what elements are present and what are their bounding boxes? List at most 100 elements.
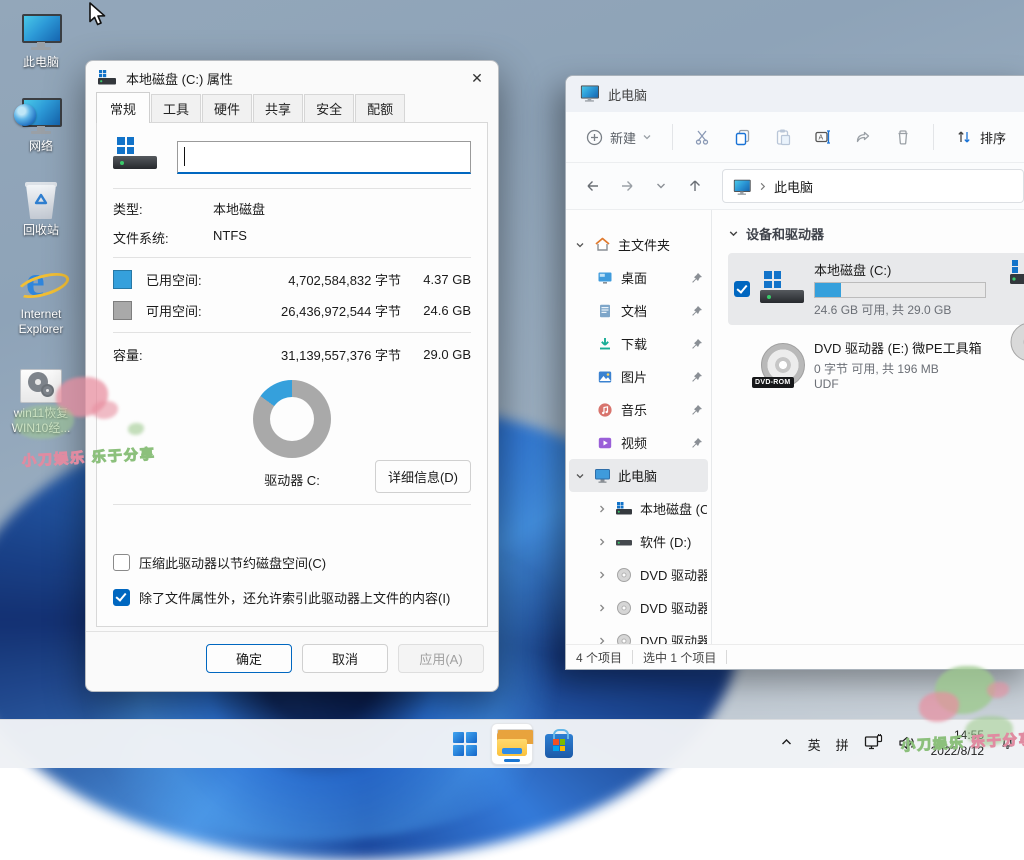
sidebar-item-drive-d[interactable]: 软件 (D:) (566, 525, 711, 558)
selection-checkbox[interactable] (734, 281, 750, 297)
drive-tile-dvd-e[interactable]: DVD-ROM DVD 驱动器 (E:) 微PE工具箱 0 字节 可用, 共 1… (728, 331, 1024, 398)
chevron-right-icon[interactable] (596, 504, 608, 514)
network-icon[interactable] (864, 734, 883, 754)
this-pc-icon (20, 8, 62, 52)
this-pc-icon (733, 180, 741, 193)
desktop-folder-icon (596, 269, 614, 287)
dvd-icon (615, 632, 633, 645)
index-checkbox[interactable] (113, 589, 130, 606)
sidebar-item-videos[interactable]: 视频 (566, 426, 711, 459)
desktop-icon-internet-explorer[interactable]: e Internet Explorer (6, 260, 76, 337)
rename-button[interactable]: A (805, 121, 841, 153)
used-space-size: 4.37 GB (401, 272, 471, 287)
index-checkbox-row[interactable]: 除了文件属性外，还允许索引此驱动器上文件的内容(I) (113, 588, 471, 607)
ime-mode-indicator[interactable]: 拼 (836, 735, 849, 754)
desktop-icon-recycle-bin[interactable]: 回收站 (6, 176, 76, 238)
sidebar-item-dvd-e[interactable]: DVD 驱动器 (E:) (566, 558, 711, 591)
cancel-button[interactable]: 取消 (302, 644, 388, 673)
tab-tools[interactable]: 工具 (151, 94, 201, 122)
status-bar: 4 个项目 选中 1 个项目 (566, 644, 1024, 669)
explorer-command-bar: 新建 A 排序 (566, 112, 1024, 163)
selected-count: 选中 1 个项目 (643, 649, 716, 666)
svg-text:z: z (1010, 737, 1013, 743)
sidebar-item-pictures[interactable]: 图片 (566, 360, 711, 393)
up-button[interactable] (680, 171, 710, 201)
start-button[interactable] (445, 724, 485, 764)
chevron-down-icon (728, 228, 739, 239)
recent-locations-button[interactable] (646, 171, 676, 201)
dvd-icon (615, 566, 633, 584)
sidebar-item-documents[interactable]: 文档 (566, 294, 711, 327)
internet-explorer-icon: e (18, 260, 64, 304)
sidebar-item-dvd-clipped[interactable]: DVD 驱动器 (F:) (566, 624, 711, 644)
address-bar[interactable]: 此电脑 (722, 169, 1024, 203)
chevron-down-icon[interactable] (574, 471, 586, 481)
filesystem-label: 文件系统: (113, 228, 213, 247)
toolbar-divider (672, 124, 673, 150)
ok-button[interactable]: 确定 (206, 644, 292, 673)
taskbar-clock[interactable]: 14:55 2022/8/12 (931, 728, 984, 759)
sidebar-item-music[interactable]: 音乐 (566, 393, 711, 426)
details-button[interactable]: 详细信息(D) (375, 460, 471, 493)
sidebar-item-desktop[interactable]: 桌面 (566, 261, 711, 294)
capacity-bytes: 31,139,557,376 字节 (216, 345, 401, 364)
tab-general[interactable]: 常规 (96, 92, 150, 123)
sidebar-item-dvd-f[interactable]: DVD 驱动器 (F:) (566, 591, 711, 624)
tray-overflow-chevron-icon[interactable] (780, 736, 793, 752)
scissors-icon (693, 127, 713, 147)
tab-sharing[interactable]: 共享 (253, 94, 303, 122)
tab-quota[interactable]: 配额 (355, 94, 405, 122)
notification-bell-icon[interactable]: z (999, 734, 1016, 754)
back-button[interactable] (578, 171, 608, 201)
desktop-icon-win11-restore[interactable]: win11恢复WIN10经... (6, 359, 76, 436)
new-button[interactable]: 新建 (576, 121, 660, 153)
chevron-right-icon[interactable] (596, 603, 608, 613)
dvd-drive-icon: DVD-ROM (758, 343, 806, 387)
drive-tile-local-disk-c[interactable]: 本地磁盘 (C:) 24.6 GB 可用, 共 29.0 GB (728, 253, 1024, 325)
cut-button[interactable] (685, 121, 721, 153)
toolbar-divider (933, 124, 934, 150)
drive-letter-label: 驱动器 C: (264, 470, 320, 489)
close-button[interactable]: ✕ (456, 62, 498, 94)
apply-button[interactable]: 应用(A) (398, 644, 484, 673)
sidebar-item-drive-c[interactable]: 本地磁盘 (C:) (566, 492, 711, 525)
chevron-right-icon[interactable] (596, 570, 608, 580)
desktop-icon-label: 回收站 (23, 223, 59, 238)
tab-security[interactable]: 安全 (304, 94, 354, 122)
chevron-down-icon[interactable] (574, 240, 586, 250)
delete-button[interactable] (885, 121, 921, 153)
file-explorer-window: 此电脑 新建 A (565, 75, 1024, 670)
forward-button[interactable] (612, 171, 642, 201)
input-language-indicator[interactable]: 英 (808, 735, 821, 754)
dialog-titlebar[interactable]: 本地磁盘 (C:) 属性 ✕ (86, 61, 498, 95)
desktop-icon-this-pc[interactable]: 此电脑 (6, 8, 76, 70)
breadcrumb[interactable]: 此电脑 (774, 177, 813, 196)
tab-hardware[interactable]: 硬件 (202, 94, 252, 122)
volume-icon[interactable] (898, 735, 916, 754)
type-label: 类型: (113, 199, 213, 218)
sidebar-item-label: 桌面 (621, 268, 684, 287)
explorer-titlebar[interactable]: 此电脑 (566, 76, 1024, 112)
svg-text:A: A (819, 135, 824, 142)
taskbar-file-explorer[interactable] (491, 723, 533, 765)
recycle-bin-icon (25, 176, 57, 220)
section-devices-and-drives[interactable]: 设备和驱动器 (728, 224, 1024, 243)
free-space-legend-swatch (113, 301, 132, 320)
sidebar-item-downloads[interactable]: 下载 (566, 327, 711, 360)
taskbar-microsoft-store[interactable] (539, 724, 579, 764)
share-button[interactable] (845, 121, 881, 153)
paste-button[interactable] (765, 121, 801, 153)
compress-checkbox[interactable] (113, 554, 130, 571)
sort-button[interactable]: 排序 (946, 121, 1014, 153)
plus-circle-icon (584, 127, 604, 147)
volume-label-input[interactable] (177, 141, 471, 174)
compress-checkbox-row[interactable]: 压缩此驱动器以节约磁盘空间(C) (113, 553, 471, 572)
sidebar-item-label: 主文件夹 (618, 235, 707, 254)
used-space-label: 已用空间: (146, 270, 232, 289)
copy-button[interactable] (725, 121, 761, 153)
chevron-right-icon[interactable] (596, 636, 608, 645)
sidebar-item-home[interactable]: 主文件夹 (566, 228, 711, 261)
chevron-right-icon[interactable] (596, 537, 608, 547)
desktop-icon-network[interactable]: 网络 (6, 92, 76, 154)
sidebar-item-this-pc[interactable]: 此电脑 (569, 459, 708, 492)
